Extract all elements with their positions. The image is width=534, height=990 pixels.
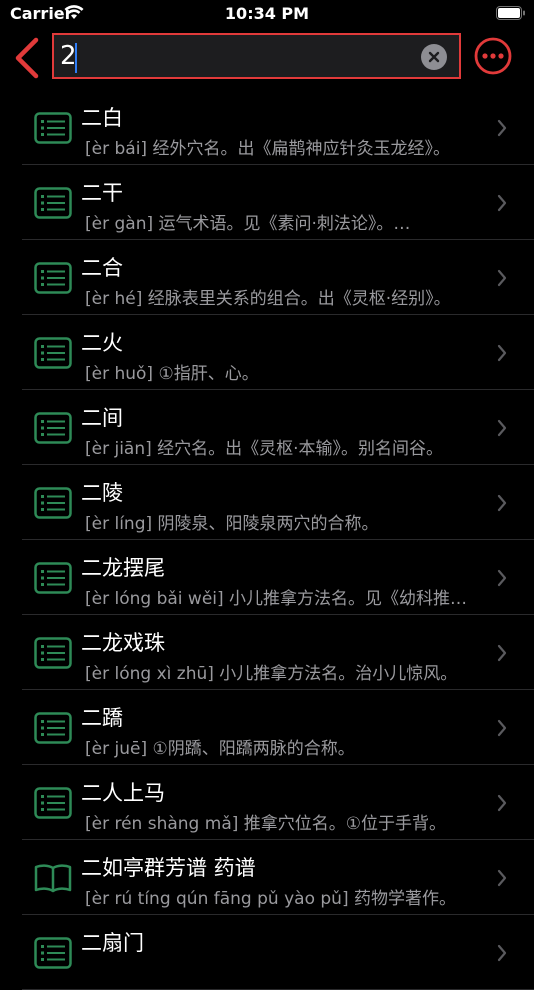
item-subtitle: [èr jiān] 经穴名。出《灵枢·本输》。别名间谷。 — [85, 439, 444, 459]
battery-icon — [496, 6, 525, 20]
chevron-right-icon — [497, 569, 507, 587]
item-subtitle: [èr rén shàng mǎ] 推拿穴位名。①位于手背。 — [85, 814, 447, 834]
item-subtitle: [èr hé] 经脉表里关系的组合。出《灵枢·经别》。 — [85, 289, 451, 309]
list-icon — [34, 787, 72, 819]
chevron-right-icon — [497, 269, 507, 287]
item-title: 二龙摆尾 — [81, 556, 165, 580]
list-icon — [34, 187, 72, 219]
chevron-right-icon — [497, 194, 507, 212]
search-box[interactable] — [52, 33, 461, 79]
chevron-right-icon — [497, 719, 507, 737]
back-button[interactable] — [10, 36, 44, 80]
close-icon — [428, 51, 440, 63]
list-icon — [34, 637, 72, 669]
list-item[interactable]: 二干 [èr gàn] 运气术语。见《素问·刺法论》。… — [22, 165, 534, 240]
list-icon — [34, 937, 72, 969]
item-title: 二龙戏珠 — [81, 631, 165, 655]
item-subtitle: [èr lóng xì zhū] 小儿推拿方法名。治小儿惊风。 — [85, 664, 458, 684]
chevron-right-icon — [497, 119, 507, 137]
list-item[interactable]: 二人上马 [èr rén shàng mǎ] 推拿穴位名。①位于手背。 — [22, 765, 534, 840]
chevron-right-icon — [497, 794, 507, 812]
text-cursor — [75, 43, 77, 73]
item-subtitle: [èr juē] ①阴蹻、阳蹻两脉的合称。 — [85, 739, 355, 759]
item-title: 二人上马 — [81, 781, 165, 805]
clock: 10:34 PM — [224, 4, 310, 23]
list-item[interactable]: 二合 [èr hé] 经脉表里关系的组合。出《灵枢·经别》。 — [22, 240, 534, 315]
chevron-left-icon — [15, 37, 39, 79]
item-subtitle: [èr lóng bǎi wěi] 小儿推拿方法名。见《幼科推拿秘书》。 — [85, 589, 480, 609]
nav-bar — [0, 28, 534, 86]
list-icon — [34, 112, 72, 144]
item-subtitle: [èr rú tíng qún fāng pǔ yào pǔ] 药物学著作。 — [85, 889, 456, 909]
item-subtitle: [èr bái] 经外穴名。出《扁鹊神应针灸玉龙经》。 — [85, 139, 450, 159]
item-subtitle: [èr huǒ] ①指肝、心。 — [85, 364, 259, 384]
list-item[interactable]: 二陵 [èr líng] 阴陵泉、阳陵泉两穴的合称。 — [22, 465, 534, 540]
list-icon — [34, 487, 72, 519]
list-item[interactable]: 二龙摆尾 [èr lóng bǎi wěi] 小儿推拿方法名。见《幼科推拿秘书》。 — [22, 540, 534, 615]
chevron-right-icon — [497, 869, 507, 887]
item-title: 二如亭群芳谱 药谱 — [81, 856, 256, 880]
search-input[interactable] — [60, 38, 420, 74]
chevron-right-icon — [497, 944, 507, 962]
item-subtitle: [èr gàn] 运气术语。见《素问·刺法论》。… — [85, 214, 411, 234]
book-icon — [34, 864, 72, 893]
list-icon — [34, 712, 72, 744]
result-list: 二白 [èr bái] 经外穴名。出《扁鹊神应针灸玉龙经》。二干 [èr gàn] … — [0, 90, 534, 990]
chevron-right-icon — [497, 419, 507, 437]
item-title: 二蹻 — [81, 706, 123, 730]
list-item[interactable]: 二如亭群芳谱 药谱 [èr rú tíng qún fāng pǔ yào pǔ]… — [22, 840, 534, 915]
item-title: 二火 — [81, 331, 123, 355]
item-title: 二白 — [81, 106, 123, 130]
item-title: 二扇门 — [81, 931, 144, 955]
chevron-right-icon — [497, 494, 507, 512]
item-title: 二干 — [81, 181, 123, 205]
list-icon — [34, 337, 72, 369]
list-item[interactable]: 二火 [èr huǒ] ①指肝、心。 — [22, 315, 534, 390]
chevron-right-icon — [497, 644, 507, 662]
item-title: 二间 — [81, 406, 123, 430]
list-item[interactable]: 二蹻 [èr juē] ①阴蹻、阳蹻两脉的合称。 — [22, 690, 534, 765]
chevron-right-icon — [497, 344, 507, 362]
more-button[interactable] — [474, 37, 512, 75]
list-icon — [34, 412, 72, 444]
list-item[interactable]: 二龙戏珠 [èr lóng xì zhū] 小儿推拿方法名。治小儿惊风。 — [22, 615, 534, 690]
item-subtitle: [èr líng] 阴陵泉、阳陵泉两穴的合称。 — [85, 514, 379, 534]
list-item[interactable]: 二间 [èr jiān] 经穴名。出《灵枢·本输》。别名间谷。 — [22, 390, 534, 465]
list-icon — [34, 262, 72, 294]
clear-button[interactable] — [421, 44, 447, 70]
list-icon — [34, 562, 72, 594]
item-title: 二合 — [81, 256, 123, 280]
status-bar: Carrier 10:34 PM — [0, 0, 534, 28]
list-item[interactable]: 二扇门 — [22, 915, 534, 990]
list-item[interactable]: 二白 [èr bái] 经外穴名。出《扁鹊神应针灸玉龙经》。 — [22, 90, 534, 165]
item-title: 二陵 — [81, 481, 123, 505]
